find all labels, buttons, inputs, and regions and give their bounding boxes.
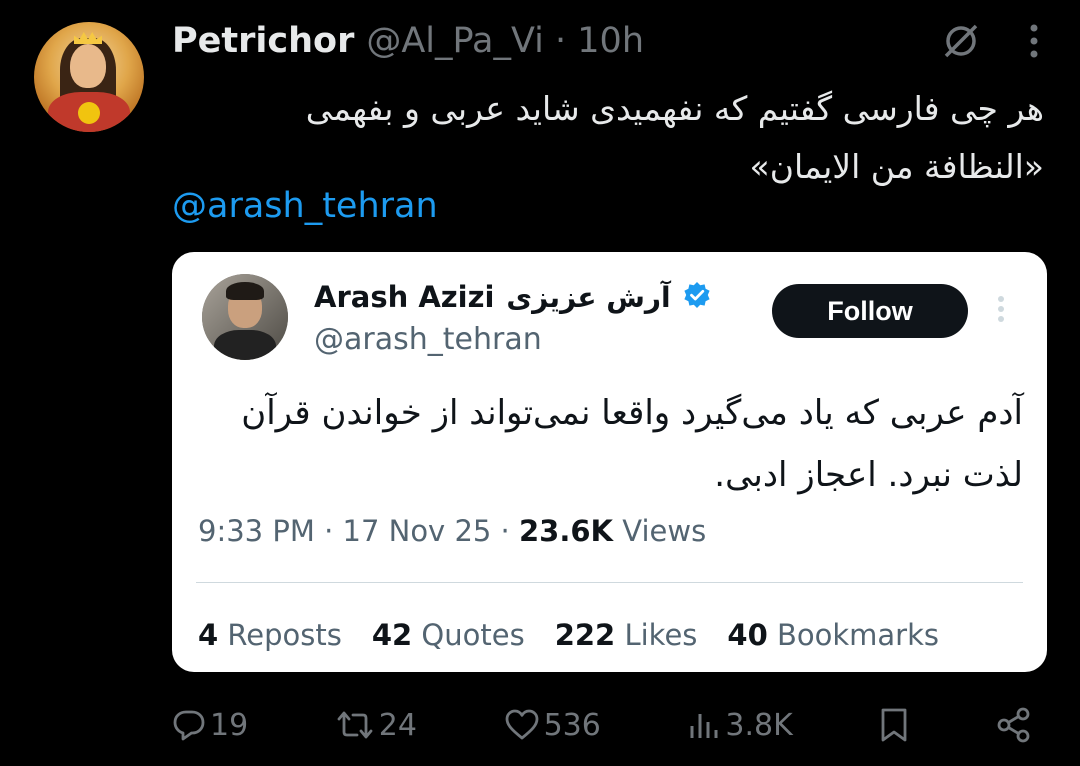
- top-icons: [940, 20, 1040, 62]
- repost-count: 24: [378, 707, 417, 743]
- like-icon: [504, 708, 540, 742]
- reply-icon: [172, 708, 206, 742]
- views-icon: [687, 708, 721, 742]
- tweet-header: Petrichor @Al_Pa_Vi · 10h: [172, 18, 644, 64]
- timestamp-text[interactable]: 9:33 PM · 17 Nov 25 ·: [198, 514, 510, 548]
- quoted-author-avatar[interactable]: [202, 274, 288, 360]
- verified-icon: [683, 281, 711, 313]
- bookmark-button[interactable]: [879, 707, 909, 743]
- reply-button[interactable]: 19: [172, 708, 248, 743]
- author-avatar[interactable]: [34, 22, 144, 132]
- tweet-text-line: هر چی فارسی گفتیم که نفهمیدی شاید عربی و…: [305, 89, 1044, 128]
- stat-count: 42: [371, 618, 413, 652]
- repost-icon: [335, 708, 375, 742]
- stat-label: Bookmarks: [776, 618, 940, 652]
- quoted-timestamp: 9:33 PM · 17 Nov 25 · 23.6K Views: [198, 514, 706, 548]
- author-handle-time[interactable]: @Al_Pa_Vi · 10h: [366, 21, 644, 61]
- quoted-stats: 4 Reposts 42 Quotes 222 Likes 40 Bookmar…: [198, 618, 939, 652]
- views-label: Views: [622, 514, 707, 548]
- share-button[interactable]: [996, 707, 1032, 743]
- divider: [196, 582, 1023, 583]
- stat-count: 4: [198, 618, 219, 652]
- tweet-text: هر چی فارسی گفتیم که نفهمیدی شاید عربی و…: [184, 80, 1044, 196]
- more-icon[interactable]: [1028, 22, 1040, 60]
- no-grok-icon[interactable]: [940, 20, 982, 62]
- quoted-text-line: لذت نبرد. اعجاز ادبی.: [714, 455, 1023, 495]
- stat-quotes[interactable]: 42 Quotes: [372, 618, 525, 652]
- more-icon[interactable]: [996, 294, 1006, 328]
- stat-label: Likes: [624, 618, 698, 652]
- author-name[interactable]: Petrichor: [172, 21, 354, 61]
- bookmark-icon: [879, 707, 909, 743]
- like-count: 536: [543, 707, 601, 743]
- action-bar: 19 24 536 3.8K: [172, 700, 1032, 750]
- stat-count: 40: [727, 618, 768, 652]
- stat-count: 222: [554, 618, 616, 652]
- stat-likes[interactable]: 222 Likes: [555, 618, 698, 652]
- share-icon: [996, 707, 1032, 743]
- repost-button[interactable]: 24: [335, 708, 417, 743]
- quoted-tweet-text: آدم عربی که یاد می‌گیرد واقعا نمی‌تواند …: [203, 382, 1023, 506]
- stat-label: Reposts: [227, 618, 342, 652]
- like-button[interactable]: 536: [504, 708, 601, 743]
- quoted-author-name-fa[interactable]: آرش عزیزی: [506, 281, 670, 314]
- mention-link[interactable]: @arash_tehran: [172, 186, 438, 226]
- quoted-author-handle[interactable]: @arash_tehran: [314, 322, 542, 357]
- tweet[interactable]: Petrichor @Al_Pa_Vi · 10h هر چی فارسی گف…: [0, 0, 1080, 766]
- quoted-name-row: Arash Azizi آرش عزیزی: [314, 280, 711, 314]
- quoted-tweet-card[interactable]: Arash Azizi آرش عزیزی @arash_tehran Foll…: [172, 252, 1047, 672]
- quoted-text-line: آدم عربی که یاد می‌گیرد واقعا نمی‌تواند …: [241, 393, 1023, 433]
- stat-reposts[interactable]: 4 Reposts: [198, 618, 342, 652]
- stat-label: Quotes: [421, 618, 525, 652]
- quoted-author-name[interactable]: Arash Azizi: [314, 280, 494, 314]
- views-count-bar: 3.8K: [725, 707, 793, 743]
- views-count: 23.6K: [519, 514, 614, 548]
- stat-bookmarks[interactable]: 40 Bookmarks: [727, 618, 939, 652]
- views-button[interactable]: 3.8K: [687, 707, 793, 743]
- reply-count: 19: [210, 707, 249, 743]
- follow-button[interactable]: Follow: [772, 284, 968, 338]
